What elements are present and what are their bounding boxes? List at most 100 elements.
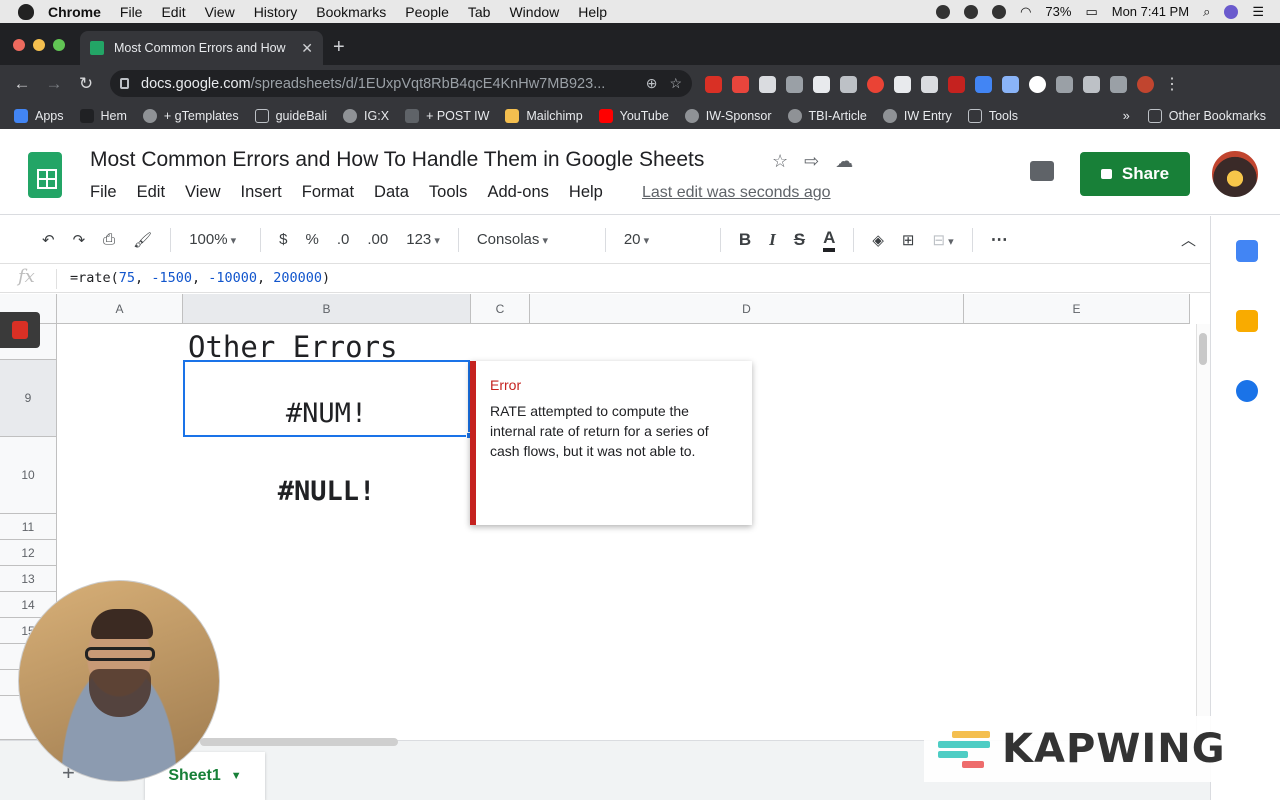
column-header-b[interactable]: B (183, 294, 471, 324)
column-header-e[interactable]: E (964, 294, 1190, 324)
increase-decimal-button[interactable]: .00 (367, 231, 388, 248)
share-button[interactable]: Share (1080, 152, 1190, 196)
bookmarks-overflow-button[interactable]: » (1123, 109, 1130, 123)
reload-button[interactable]: ↻ (70, 74, 102, 94)
format-currency-button[interactable]: $ (279, 231, 287, 248)
print-icon[interactable]: ⎙ (103, 231, 115, 248)
battery-icon[interactable]: ▭ (1085, 4, 1097, 20)
extension-icon[interactable] (948, 75, 965, 93)
move-folder-icon[interactable]: ⇨ (804, 151, 819, 172)
bold-button[interactable]: B (739, 230, 751, 250)
menubar-file[interactable]: File (120, 4, 143, 20)
extension-icon[interactable] (894, 75, 911, 93)
menubar-window[interactable]: Window (509, 4, 559, 20)
vertical-scroll-thumb[interactable] (1199, 333, 1207, 365)
menubar-bookmarks[interactable]: Bookmarks (316, 4, 386, 20)
tasks-icon[interactable] (1236, 380, 1258, 402)
menubar-clock[interactable]: Mon 7:41 PM (1112, 4, 1189, 19)
sheets-logo-icon[interactable] (28, 152, 62, 198)
more-options-button[interactable]: ⋯ (991, 230, 1008, 250)
menubar-edit[interactable]: Edit (161, 4, 185, 20)
column-header-a[interactable]: A (57, 294, 183, 324)
siri-icon[interactable] (1224, 4, 1239, 19)
profile-icon[interactable] (1137, 75, 1154, 93)
more-formats-select[interactable]: 123 (406, 231, 440, 248)
menubar-people[interactable]: People (405, 4, 449, 20)
mute-icon[interactable] (964, 4, 979, 19)
text-color-button[interactable]: A (823, 228, 836, 252)
row-header-9[interactable]: 9 (0, 360, 57, 437)
decrease-decimal-button[interactable]: .0 (337, 231, 350, 248)
bookmark-igx[interactable]: IG:X (343, 108, 389, 123)
puzzle-extensions-icon[interactable] (1083, 75, 1100, 93)
horizontal-scroll-thumb[interactable] (200, 738, 398, 746)
chrome-menu-icon[interactable]: ⋮ (1164, 74, 1180, 94)
comment-history-icon[interactable] (1030, 161, 1054, 181)
row-header-10[interactable]: 10 (0, 437, 57, 514)
chevron-down-icon[interactable]: ▼ (231, 770, 242, 782)
paint-format-icon[interactable]: 🖌︎ (133, 231, 152, 249)
wifi-icon[interactable]: ◠ (1020, 4, 1031, 20)
extension-icon[interactable] (813, 75, 830, 93)
extension-icon[interactable] (732, 75, 749, 93)
spotlight-search-icon[interactable]: ⌕ (1203, 4, 1210, 20)
strikethrough-button[interactable]: S (794, 230, 805, 250)
menu-file[interactable]: File (90, 183, 117, 202)
font-size-select[interactable]: 20 (624, 231, 702, 248)
address-bar[interactable]: docs.google.com/spreadsheets/d/1EUxpVqt8… (110, 70, 692, 97)
reading-list-icon[interactable] (1110, 75, 1127, 93)
screen-record-icon[interactable] (0, 312, 40, 348)
extension-icon[interactable] (1029, 75, 1046, 93)
fill-color-icon[interactable]: ◈ (872, 231, 884, 249)
lock-icon[interactable] (120, 78, 129, 89)
bookmark-apps[interactable]: Apps (14, 108, 64, 123)
extension-icon[interactable] (1056, 75, 1073, 93)
collapse-toolbar-icon[interactable]: ︿ (1181, 229, 1196, 250)
extension-icon[interactable] (1002, 75, 1019, 93)
adblock-extension-icon[interactable] (705, 75, 722, 93)
bookmark-tbi-article[interactable]: TBI-Article (787, 108, 867, 123)
forward-button[interactable]: → (38, 74, 70, 94)
menu-addons[interactable]: Add-ons (487, 183, 548, 202)
menubar-help[interactable]: Help (578, 4, 607, 20)
window-close-button[interactable] (13, 39, 25, 51)
bookmark-mailchimp[interactable]: Mailchimp (505, 108, 583, 123)
gear-icon[interactable] (992, 4, 1007, 19)
row-header-11[interactable]: 11 (0, 514, 57, 540)
menubar-history[interactable]: History (254, 4, 298, 20)
zoom-select[interactable]: 100% (189, 231, 236, 248)
zoom-lens-icon[interactable]: ⊕ (646, 75, 658, 92)
bookmark-youtube[interactable]: YouTube (598, 108, 669, 123)
bookmark-tools[interactable]: Tools (967, 108, 1018, 123)
menu-edit[interactable]: Edit (137, 183, 165, 202)
bookmark-gtemplates[interactable]: + gTemplates (142, 108, 239, 123)
column-header-c[interactable]: C (471, 294, 530, 324)
bookmark-iw-entry[interactable]: IW Entry (882, 108, 952, 123)
extension-icon[interactable] (759, 75, 776, 93)
bookmark-post-iw[interactable]: + POST IW (405, 108, 489, 123)
borders-icon[interactable]: ⊞ (902, 231, 915, 249)
battery-percent[interactable]: 73% (1045, 4, 1071, 19)
keep-icon[interactable] (1236, 310, 1258, 332)
cell-b10[interactable]: #NULL! (183, 476, 470, 507)
star-icon[interactable]: ☆ (772, 151, 788, 172)
vertical-scrollbar[interactable] (1196, 324, 1210, 740)
account-avatar[interactable] (1210, 149, 1260, 199)
menu-help[interactable]: Help (569, 183, 603, 202)
menu-view[interactable]: View (185, 183, 220, 202)
merge-cells-icon[interactable]: ⊟ (933, 231, 954, 249)
row-header-12[interactable]: 12 (0, 540, 57, 566)
undo-icon[interactable]: ↶ (42, 231, 55, 249)
extension-icon[interactable] (975, 75, 992, 93)
menu-tools[interactable]: Tools (429, 183, 468, 202)
last-edit-link[interactable]: Last edit was seconds ago (642, 184, 831, 202)
extension-icon[interactable] (840, 75, 857, 93)
redo-icon[interactable]: ↷ (73, 231, 86, 249)
back-button[interactable]: ← (6, 74, 38, 94)
new-tab-button[interactable]: + (333, 36, 345, 59)
row-header-13[interactable]: 13 (0, 566, 57, 592)
italic-button[interactable]: I (769, 230, 776, 250)
bookmark-hem[interactable]: Hem (79, 108, 127, 123)
extension-icon[interactable] (867, 75, 884, 93)
tab-close-icon[interactable]: ✕ (301, 40, 313, 57)
